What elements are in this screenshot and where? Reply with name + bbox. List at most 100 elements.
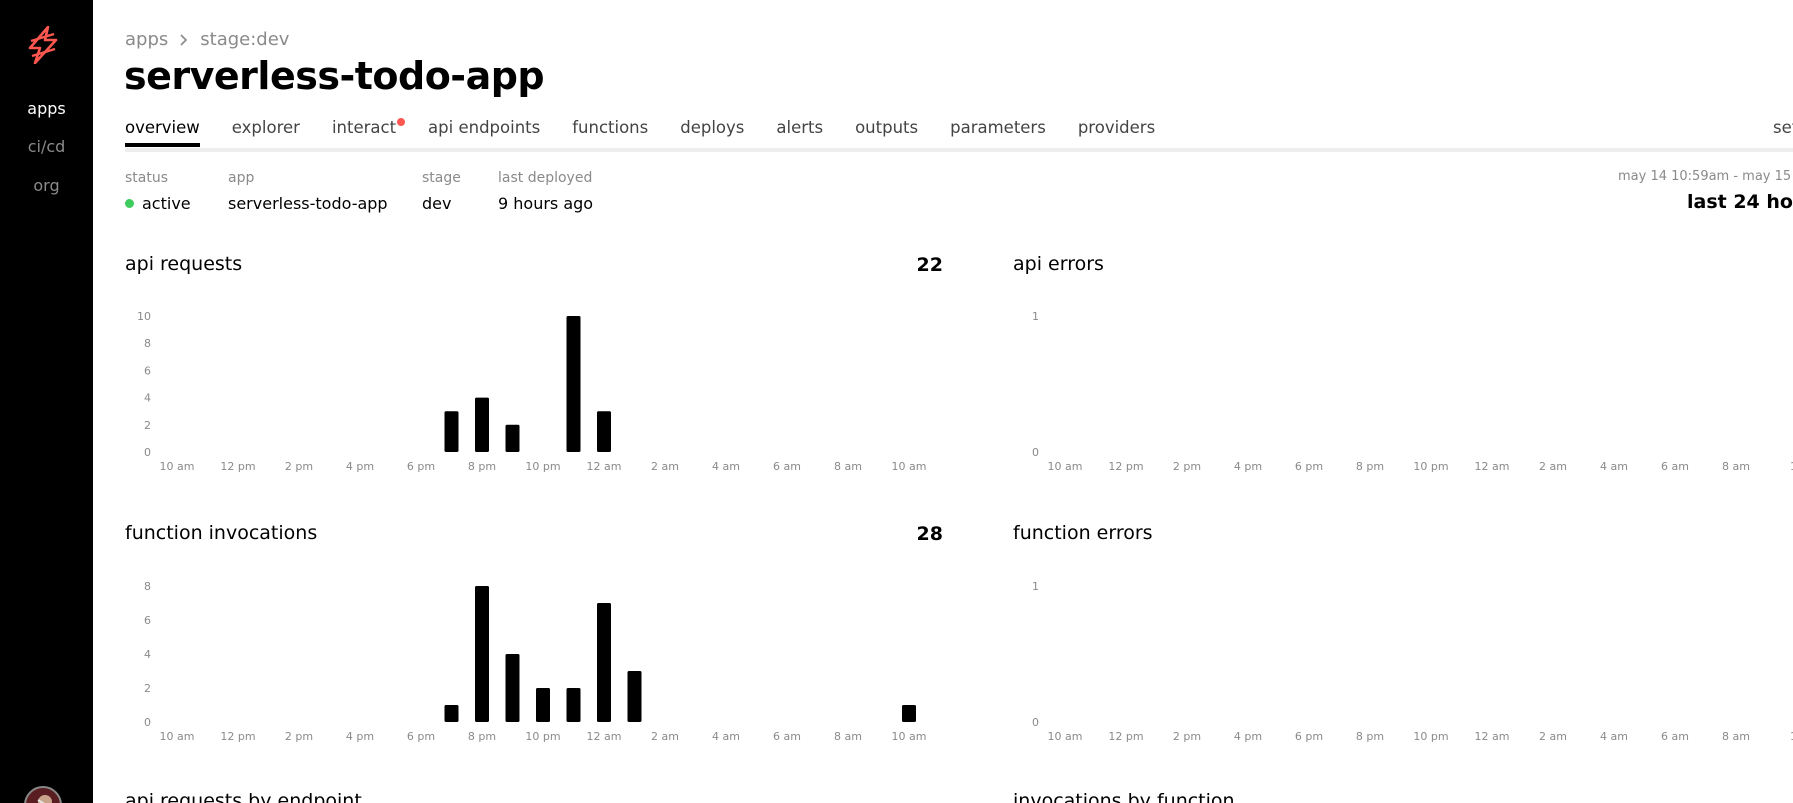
function-invocations-x-tick-label: 4 am bbox=[712, 730, 740, 743]
time-range-select[interactable]: last 24 hour bbox=[1687, 191, 1793, 213]
page-title: serverless-todo-app bbox=[124, 54, 545, 98]
function-errors-x-tick-label: 12 am bbox=[1475, 730, 1510, 743]
api-errors-y-tick-label: 0 bbox=[1032, 446, 1039, 459]
function-errors-x-tick-label: 6 pm bbox=[1295, 730, 1323, 743]
chart-title-api-requests: api requests bbox=[125, 253, 243, 275]
function-errors-x-tick-label: 4 pm bbox=[1234, 730, 1262, 743]
notification-dot-icon bbox=[397, 118, 406, 126]
serverless-lightning-icon[interactable] bbox=[26, 25, 60, 65]
api-requests-x-tick-label: 6 am bbox=[773, 460, 801, 473]
api-requests-bar[interactable] bbox=[475, 397, 489, 452]
app-value: serverless-todo-app bbox=[228, 194, 388, 213]
api-errors-x-tick-label: 2 pm bbox=[1173, 460, 1201, 473]
function-invocations-x-tick-label: 10 am bbox=[160, 730, 195, 743]
function-invocations-x-tick-label: 6 am bbox=[773, 730, 801, 743]
api-requests-y-tick-label: 10 bbox=[137, 310, 151, 323]
api-errors-x-tick-label: 4 pm bbox=[1234, 460, 1262, 473]
function-invocations-bar[interactable] bbox=[536, 688, 550, 722]
function-invocations-bar[interactable] bbox=[505, 654, 520, 722]
function-errors-x-tick-label: 8 am bbox=[1722, 730, 1750, 743]
function-errors-x-tick-label: 4 am bbox=[1600, 730, 1628, 743]
api-requests-x-tick-label: 12 pm bbox=[220, 460, 255, 473]
chart-title-api-errors: api errors bbox=[1013, 253, 1104, 275]
function-errors-x-tick-label: 2 pm bbox=[1173, 730, 1201, 743]
api-requests-bar[interactable] bbox=[444, 411, 459, 452]
function-invocations-x-tick-label: 8 am bbox=[834, 730, 862, 743]
tab-functions[interactable]: functions bbox=[572, 118, 648, 147]
status-label: status bbox=[125, 170, 169, 186]
stage-value: dev bbox=[422, 194, 452, 213]
api-requests-x-tick-label: 8 am bbox=[834, 460, 862, 473]
breadcrumb-apps[interactable]: apps bbox=[125, 29, 168, 50]
tab-overview[interactable]: overview bbox=[125, 118, 200, 147]
function-invocations-chart: 0 2 4 6 8 10 am 12 pm 2 pm 4 pm 6 pm 8 pm 10 pm 12 a… bbox=[144, 580, 927, 743]
chart-total-api-requests: 22 bbox=[916, 254, 943, 276]
sidebar-item-apps[interactable]: apps bbox=[0, 99, 93, 118]
api-errors-x-tick-label: 10 pm bbox=[1413, 460, 1448, 473]
function-invocations-x-tick-label: 12 am bbox=[587, 730, 622, 743]
tab-providers[interactable]: providers bbox=[1078, 118, 1155, 147]
time-range-text: may 14 10:59am - may 15 10 bbox=[1618, 169, 1793, 184]
tab-settings[interactable]: set bbox=[1773, 118, 1793, 137]
api-errors-x-tick-label: 6 pm bbox=[1295, 460, 1323, 473]
function-invocations-x-tick-label: 10 am bbox=[892, 730, 927, 743]
api-errors-x-tick-label: 8 pm bbox=[1356, 460, 1384, 473]
api-requests-x-tick-label: 10 am bbox=[160, 460, 195, 473]
api-requests-chart: 0 2 4 6 8 10 10 am 12 pm 2 pm 4 pm 6 pm 8 pm 10 pm 12… bbox=[137, 310, 926, 473]
tab-alerts[interactable]: alerts bbox=[776, 118, 823, 147]
last-deployed-value: 9 hours ago bbox=[498, 194, 594, 213]
api-requests-y-tick-label: 0 bbox=[144, 446, 151, 459]
status-dot-icon bbox=[125, 199, 134, 208]
main-content: apps stage:dev serverless-todo-app overv… bbox=[93, 0, 1793, 803]
api-requests-x-tick-label: 6 pm bbox=[407, 460, 435, 473]
api-requests-x-tick-label: 12 am bbox=[587, 460, 622, 473]
function-invocations-bar[interactable] bbox=[475, 586, 489, 722]
function-invocations-bar[interactable] bbox=[902, 705, 916, 722]
tab-deploys[interactable]: deploys bbox=[680, 118, 744, 147]
api-errors-x-tick-label: 2 am bbox=[1539, 460, 1567, 473]
sidebar-item-org[interactable]: org bbox=[0, 176, 93, 195]
tab-outputs[interactable]: outputs bbox=[855, 118, 918, 147]
app-label: app bbox=[228, 170, 255, 186]
tabs-divider bbox=[125, 148, 1793, 152]
function-invocations-x-tick-label: 12 pm bbox=[220, 730, 255, 743]
chart-total-function-invocations: 28 bbox=[916, 523, 943, 545]
function-invocations-bar[interactable] bbox=[597, 603, 611, 722]
api-requests-y-tick-label: 4 bbox=[144, 392, 151, 405]
function-errors-y-tick-label: 0 bbox=[1032, 716, 1039, 729]
function-invocations-bar[interactable] bbox=[627, 671, 642, 722]
tab-interact[interactable]: interact bbox=[331, 118, 406, 147]
breadcrumb-stage[interactable]: stage:dev bbox=[200, 29, 289, 50]
section-title-api-requests-by-endpoint: api requests by endpoint bbox=[125, 790, 362, 803]
app-info: app serverless-todo-app bbox=[228, 170, 388, 213]
function-invocations-bar[interactable] bbox=[444, 705, 459, 722]
api-errors-x-tick-label: 10 am bbox=[1048, 460, 1083, 473]
last-deployed-label: last deployed bbox=[498, 170, 593, 186]
tab-bar: overview explorer interact api endpoints… bbox=[125, 118, 1155, 147]
last-deployed-info: last deployed 9 hours ago bbox=[498, 170, 593, 213]
function-invocations-bar[interactable] bbox=[566, 688, 581, 722]
chart-title-function-invocations: function invocations bbox=[125, 522, 318, 544]
api-requests-x-tick-label: 4 am bbox=[712, 460, 740, 473]
function-invocations-x-tick-label: 2 am bbox=[651, 730, 679, 743]
breadcrumb: apps stage:dev bbox=[125, 29, 289, 50]
sidebar-item-cicd[interactable]: ci/cd bbox=[0, 137, 93, 156]
api-errors-x-tick-label: 8 am bbox=[1722, 460, 1750, 473]
tab-interact-label: interact bbox=[331, 118, 397, 137]
api-errors-y-tick-label: 1 bbox=[1032, 310, 1039, 323]
api-requests-bar[interactable] bbox=[505, 424, 520, 452]
function-errors-x-tick-label: 10 pm bbox=[1413, 730, 1448, 743]
function-invocations-y-tick-label: 0 bbox=[144, 716, 151, 729]
function-invocations-x-tick-label: 6 pm bbox=[407, 730, 435, 743]
stage-info: stage dev bbox=[422, 170, 461, 213]
chevron-right-icon bbox=[176, 32, 192, 48]
api-requests-bar[interactable] bbox=[566, 316, 581, 452]
tab-api-endpoints[interactable]: api endpoints bbox=[428, 118, 540, 147]
tab-explorer[interactable]: explorer bbox=[232, 118, 300, 147]
tab-parameters[interactable]: parameters bbox=[950, 118, 1046, 147]
api-errors-chart: 0 1 10 am 12 pm 2 pm 4 pm 6 pm 8 pm 10 pm 12 am 2 … bbox=[1032, 310, 1793, 473]
api-requests-bar[interactable] bbox=[597, 411, 611, 452]
user-avatar[interactable] bbox=[24, 786, 62, 803]
api-requests-y-tick-label: 8 bbox=[144, 337, 151, 350]
api-requests-y-tick-label: 2 bbox=[144, 419, 151, 432]
